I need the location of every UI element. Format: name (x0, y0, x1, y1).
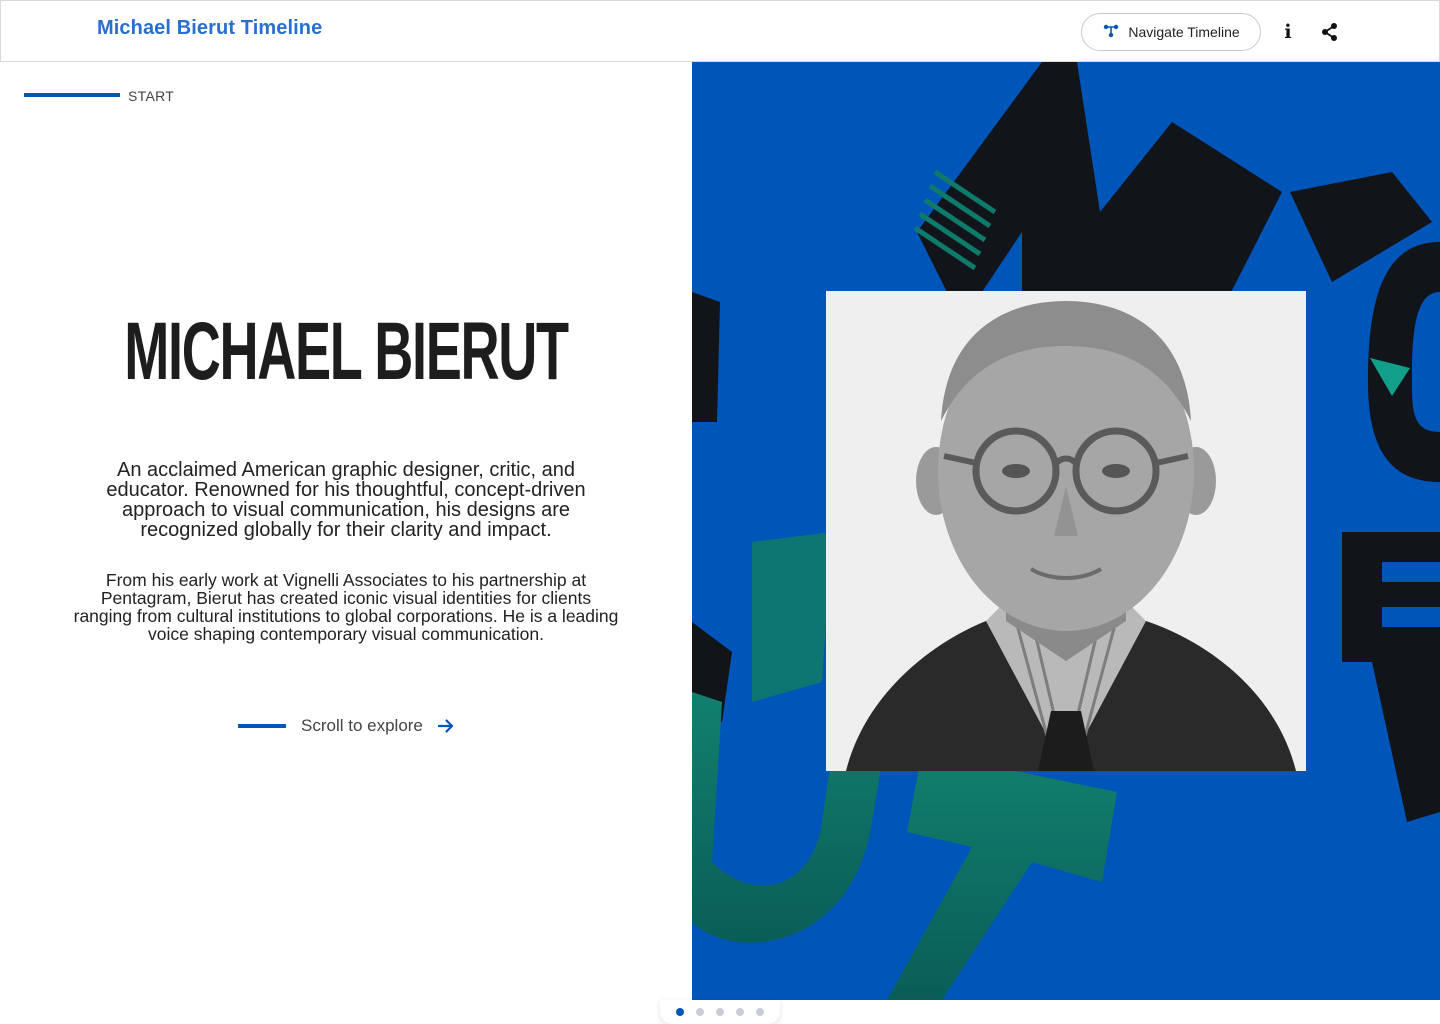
portrait-photo (826, 291, 1306, 771)
navigate-timeline-button[interactable]: Navigate Timeline (1081, 13, 1261, 51)
navigate-timeline-label: Navigate Timeline (1128, 24, 1240, 40)
timeline-nodes-icon (1102, 22, 1120, 43)
intro-lead: An acclaimed American graphic designer, … (106, 459, 586, 541)
page-dot-5[interactable] (756, 1008, 764, 1016)
scroll-to-explore[interactable]: Scroll to explore (238, 714, 455, 738)
info-icon: i (1284, 21, 1292, 43)
share-button[interactable] (1319, 21, 1341, 43)
page-dot-3[interactable] (716, 1008, 724, 1016)
portrait-illustration (826, 291, 1306, 771)
page-dot-1[interactable] (676, 1008, 684, 1016)
arrow-right-icon (437, 719, 453, 733)
top-bar: Michael Bierut Timeline Navigate Timelin… (0, 0, 1440, 62)
info-button[interactable]: i (1277, 19, 1299, 45)
share-icon (1322, 23, 1337, 41)
hero-visual (692, 62, 1440, 1000)
intro-panel: START MICHAEL BIERUT An acclaimed Americ… (0, 62, 692, 1000)
intro-body: From his early work at Vignelli Associat… (73, 570, 619, 644)
page-dot-4[interactable] (736, 1008, 744, 1016)
page-dot-2[interactable] (696, 1008, 704, 1016)
scroll-line (238, 724, 286, 728)
start-marker-line (24, 93, 120, 97)
start-label: START (128, 88, 175, 104)
site-title[interactable]: Michael Bierut Timeline (97, 17, 322, 40)
hero-title: MICHAEL BIERUT (124, 306, 569, 397)
scroll-label: Scroll to explore (301, 716, 423, 735)
page-dots (660, 1000, 780, 1024)
